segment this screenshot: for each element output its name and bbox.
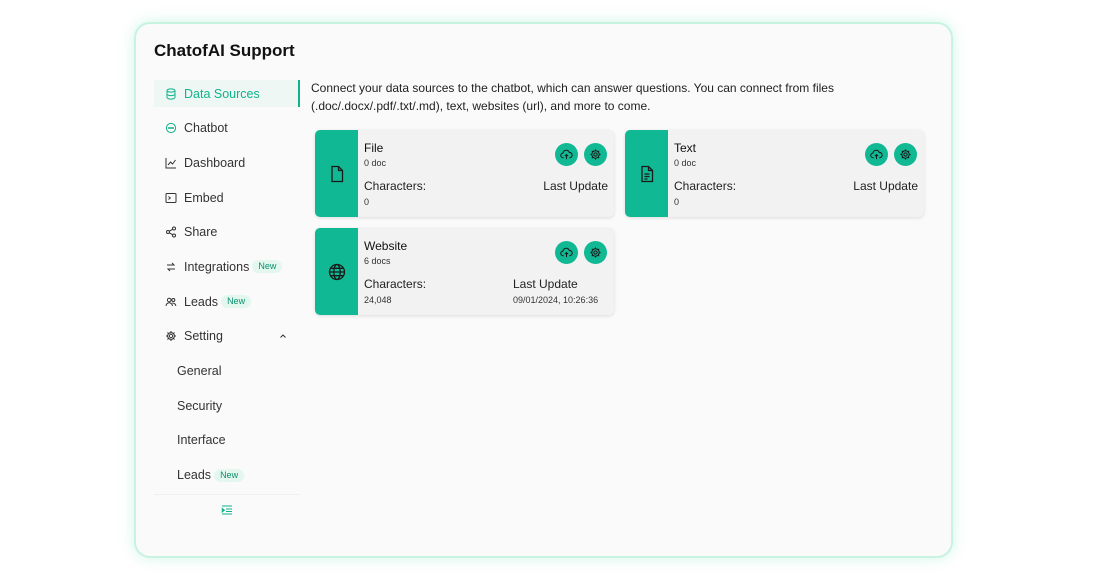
new-badge: New: [221, 295, 252, 309]
last-update-value: 09/01/2024, 10:26:36: [513, 295, 599, 305]
share-icon: [165, 226, 177, 238]
characters-label: Characters:: [364, 179, 427, 193]
gear-icon: [590, 247, 601, 258]
indent-icon: [221, 504, 232, 515]
card-title: File: [364, 141, 384, 155]
chevron-up-icon[interactable]: [279, 332, 287, 340]
card-doc-count: 0 doc: [364, 158, 387, 168]
data-source-card-text[interactable]: Text 0 doc Characters: 0 Last Update: [625, 130, 924, 217]
globe-icon: [328, 263, 345, 280]
cloud-upload-icon: [560, 247, 573, 258]
new-badge: New: [252, 260, 283, 274]
gear-icon: [590, 149, 601, 160]
integrations-icon: [165, 261, 177, 273]
last-update-label: Last Update: [543, 179, 608, 193]
data-source-card-file[interactable]: File 0 doc Characters: 0 Last Update: [315, 130, 614, 217]
sidebar-item-label: Leads: [184, 294, 219, 309]
data-sources-description: Connect your data sources to the chatbot…: [311, 81, 834, 113]
characters-label: Characters:: [674, 179, 737, 193]
sidebar-item-label: Embed: [184, 190, 224, 205]
sidebar-item-share[interactable]: Share: [154, 219, 300, 246]
sidebar-item-embed[interactable]: Embed: [154, 184, 300, 211]
settings-button[interactable]: [584, 241, 607, 264]
new-badge: New: [214, 468, 245, 482]
upload-button[interactable]: [555, 143, 578, 166]
sidebar-item-leads[interactable]: Leads New: [154, 288, 300, 315]
card-doc-count: 0 doc: [674, 158, 697, 168]
sidebar-item-setting[interactable]: Setting: [154, 323, 300, 350]
characters-value: 0: [364, 197, 370, 207]
card-icon-strip: [315, 228, 358, 315]
sidebar-subitem-label: Interface: [177, 433, 226, 448]
page-title: ChatofAI Support: [154, 41, 295, 60]
sidebar-item-label: Share: [184, 225, 218, 240]
app-panel: ChatofAI Support Data Sources Chatbot Da…: [134, 22, 953, 558]
settings-button[interactable]: [584, 143, 607, 166]
last-update-label: Last Update: [513, 277, 578, 291]
sidebar-subitem-interface[interactable]: Interface: [154, 427, 300, 454]
terminal-icon: [165, 192, 177, 204]
characters-value: 24,048: [364, 295, 392, 305]
sidebar-subitem-label: Leads: [177, 468, 212, 483]
card-doc-count: 6 docs: [364, 256, 391, 266]
characters-label: Characters:: [364, 277, 427, 291]
cloud-upload-icon: [870, 149, 883, 160]
settings-button[interactable]: [894, 143, 917, 166]
cloud-upload-icon: [560, 149, 573, 160]
card-icon-strip: [315, 130, 358, 217]
data-source-card-website[interactable]: Website 6 docs Characters: 24,048 Last U…: [315, 228, 614, 315]
sidebar-item-dashboard[interactable]: Dashboard: [154, 149, 300, 176]
gear-icon: [165, 330, 177, 342]
sidebar-item-label: Setting: [184, 329, 223, 344]
file-icon: [330, 165, 343, 182]
sidebar-item-label: Data Sources: [184, 86, 260, 101]
characters-value: 0: [674, 197, 680, 207]
sidebar-item-label: Integrations: [184, 259, 250, 274]
sidebar-item-label: Chatbot: [184, 121, 228, 136]
users-icon: [165, 296, 177, 308]
text-file-icon: [640, 165, 653, 182]
sidebar-item-data-sources[interactable]: Data Sources: [154, 80, 300, 107]
sidebar: Data Sources Chatbot Dashboard Embed Sha…: [154, 80, 300, 496]
sidebar-item-integrations[interactable]: Integrations New: [154, 253, 300, 280]
sidebar-subitem-label: Security: [177, 398, 223, 413]
database-icon: [165, 87, 177, 100]
line-chart-icon: [165, 157, 177, 169]
sidebar-subitem-security[interactable]: Security: [154, 392, 300, 419]
chat-bubble-icon: [165, 122, 177, 134]
sidebar-subitem-general[interactable]: General: [154, 358, 300, 385]
gear-icon: [900, 149, 911, 160]
upload-button[interactable]: [865, 143, 888, 166]
sidebar-subitem-label: General: [177, 364, 222, 378]
sidebar-collapse-button[interactable]: [154, 494, 300, 524]
card-icon-strip: [625, 130, 668, 217]
last-update-label: Last Update: [853, 179, 918, 193]
sidebar-item-label: Dashboard: [184, 155, 246, 170]
card-title: Text: [674, 141, 697, 155]
card-title: Website: [364, 239, 408, 253]
sidebar-subitem-leads[interactable]: Leads New: [154, 462, 300, 489]
sidebar-item-chatbot[interactable]: Chatbot: [154, 115, 300, 142]
upload-button[interactable]: [555, 241, 578, 264]
